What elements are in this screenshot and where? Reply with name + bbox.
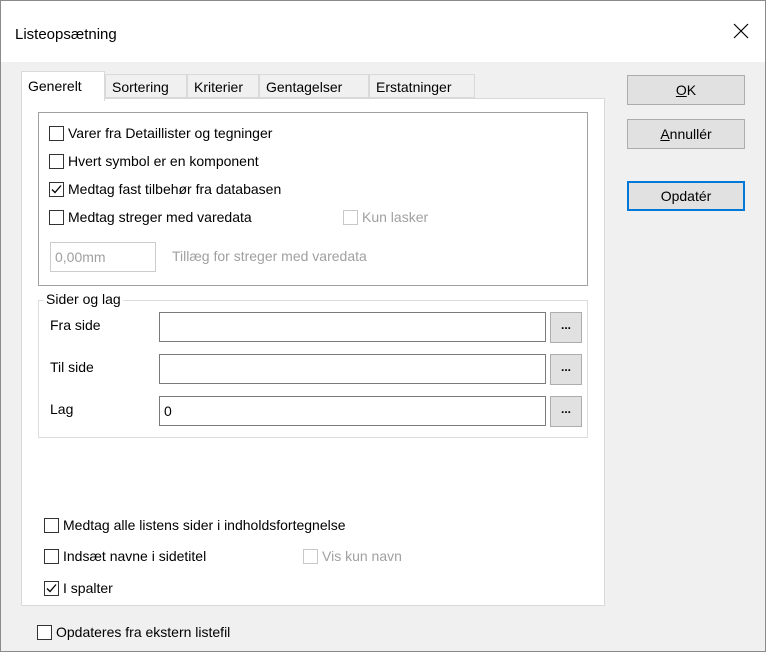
checkbox-label: Hvert symbol er en komponent bbox=[68, 153, 259, 169]
from-page-input[interactable] bbox=[159, 312, 546, 342]
ok-button[interactable]: OK bbox=[627, 75, 745, 105]
close-button[interactable] bbox=[717, 11, 765, 51]
checkbox-box bbox=[37, 624, 52, 640]
line-addition-input[interactable]: 0,00mm bbox=[50, 242, 156, 272]
window-title: Listeopsætning bbox=[15, 26, 117, 43]
external-list-file-checkbox[interactable]: Opdateres fra ekstern listefil bbox=[37, 621, 230, 643]
show-only-name-checkbox[interactable]: Vis kun navn bbox=[303, 545, 402, 567]
update-button[interactable]: Opdatér bbox=[627, 181, 745, 211]
layer-label: Lag bbox=[50, 401, 74, 417]
tab-erstatninger[interactable]: Erstatninger bbox=[369, 74, 475, 98]
close-icon bbox=[733, 23, 749, 39]
checkbox-box bbox=[49, 209, 64, 225]
checkbox-label: Kun lasker bbox=[362, 209, 429, 225]
checkmark-icon bbox=[51, 184, 62, 193]
group-legend: Sider og lag bbox=[44, 291, 123, 307]
checkbox-label: Vis kun navn bbox=[322, 548, 402, 564]
cancel-button[interactable]: Annullér bbox=[627, 119, 745, 149]
dialog-window: Listeopsætning Generelt Sortering Kriter… bbox=[0, 0, 766, 652]
in-columns-checkbox[interactable]: I spalter bbox=[44, 577, 113, 599]
checkbox-box bbox=[44, 517, 59, 533]
include-accessories-checkbox[interactable]: Medtag fast tilbehør fra databasen bbox=[49, 178, 281, 200]
checkbox-box bbox=[49, 125, 64, 141]
checkbox-box bbox=[49, 153, 64, 169]
checkbox-box bbox=[303, 548, 318, 564]
tab-gentagelser[interactable]: Gentagelser bbox=[259, 74, 369, 98]
checkbox-label: Opdateres fra ekstern listefil bbox=[56, 624, 231, 640]
tab-sortering[interactable]: Sortering bbox=[105, 74, 187, 98]
items-from-lists-checkbox[interactable]: Varer fra Detaillister og tegninger bbox=[49, 122, 272, 144]
from-page-browse-button[interactable]: ... bbox=[550, 312, 582, 343]
from-page-label: Fra side bbox=[50, 317, 101, 333]
checkbox-label: I spalter bbox=[63, 580, 113, 596]
include-lines-checkbox[interactable]: Medtag streger med varedata bbox=[49, 206, 252, 228]
title-bar: Listeopsætning bbox=[1, 1, 765, 62]
to-page-browse-button[interactable]: ... bbox=[550, 354, 582, 385]
checkbox-label: Varer fra Detaillister og tegninger bbox=[68, 125, 273, 141]
pages-layers-group: Sider og lag Fra side ... Til side ... L… bbox=[38, 291, 588, 438]
checkbox-label: Medtag fast tilbehør fra databasen bbox=[68, 181, 282, 197]
layer-input[interactable]: 0 bbox=[159, 396, 546, 426]
ok-label-rest: K bbox=[686, 82, 697, 98]
checkbox-box bbox=[44, 548, 59, 564]
checkbox-box bbox=[49, 181, 64, 197]
only-splices-checkbox[interactable]: Kun lasker bbox=[343, 206, 428, 228]
checkbox-box bbox=[343, 209, 358, 225]
tab-panel-generelt: Varer fra Detaillister og tegninger Hver… bbox=[21, 98, 605, 606]
to-page-label: Til side bbox=[50, 359, 94, 375]
ok-mnemonic: O bbox=[675, 82, 687, 98]
checkmark-icon bbox=[46, 583, 57, 592]
checkbox-label: Medtag alle listens sider i indholdsfort… bbox=[63, 517, 346, 533]
insert-names-checkbox[interactable]: Indsæt navne i sidetitel bbox=[44, 545, 206, 567]
cancel-mnemonic: A bbox=[660, 126, 670, 142]
each-symbol-component-checkbox[interactable]: Hvert symbol er en komponent bbox=[49, 150, 259, 172]
layer-browse-button[interactable]: ... bbox=[550, 396, 582, 427]
to-page-input[interactable] bbox=[159, 354, 546, 384]
tab-generelt[interactable]: Generelt bbox=[21, 71, 105, 101]
checkbox-box bbox=[44, 580, 59, 596]
items-group: Varer fra Detaillister og tegninger Hver… bbox=[38, 112, 588, 286]
line-addition-label: Tillæg for streger med varedata bbox=[172, 248, 367, 264]
include-all-pages-toc-checkbox[interactable]: Medtag alle listens sider i indholdsfort… bbox=[44, 514, 346, 536]
tab-kriterier[interactable]: Kriterier bbox=[187, 74, 259, 98]
checkbox-label: Medtag streger med varedata bbox=[68, 209, 252, 225]
cancel-label-rest: nnullér bbox=[669, 126, 712, 142]
checkbox-label: Indsæt navne i sidetitel bbox=[63, 548, 207, 564]
